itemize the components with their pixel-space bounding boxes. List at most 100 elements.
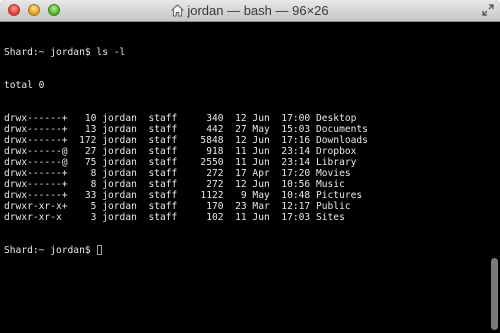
permissions: drwx------+ [4, 124, 68, 135]
file-name: Library [315, 157, 357, 168]
owner: jordan [102, 190, 143, 201]
modified-month: Jun [252, 135, 270, 146]
file-size: 272 [188, 179, 224, 190]
owner: jordan [102, 124, 143, 135]
listing-row: drwx------+ 8 jordan staff 272 12 Jun 10… [4, 179, 489, 190]
listing-row: drwx------+ 10 jordan staff 340 12 Jun 1… [4, 113, 489, 124]
permissions: drwx------@ [4, 146, 68, 157]
owner: jordan [102, 201, 143, 212]
modified-day: 27 [229, 124, 247, 135]
group: staff [148, 135, 184, 146]
permissions: drwx------+ [4, 113, 68, 124]
modified-month: Jun [252, 179, 270, 190]
file-size: 170 [188, 201, 224, 212]
listing-row: drwxr-xr-x+ 5 jordan staff 170 23 Mar 12… [4, 201, 489, 212]
listing-row: drwx------@ 27 jordan staff 918 11 Jun 2… [4, 146, 489, 157]
link-count: 172 [73, 135, 97, 146]
group: staff [148, 179, 184, 190]
modified-month: Apr [252, 168, 270, 179]
link-count: 8 [73, 179, 97, 190]
modified-month: Jun [252, 113, 270, 124]
modified-time: 23:14 [275, 157, 311, 168]
group: staff [148, 212, 184, 223]
modified-day: 12 [229, 135, 247, 146]
modified-month: May [252, 190, 270, 201]
modified-time: 17:03 [275, 212, 311, 223]
directory-listing: drwx------+ 10 jordan staff 340 12 Jun 1… [4, 113, 489, 223]
owner: jordan [102, 157, 143, 168]
modified-time: 17:16 [275, 135, 311, 146]
terminal-window: jordan — bash — 96×26 Shard:~ jordan$ ls… [0, 0, 500, 333]
owner: jordan [102, 146, 143, 157]
link-count: 27 [73, 146, 97, 157]
file-name: Pictures [315, 190, 363, 201]
terminal-output[interactable]: Shard:~ jordan$ ls -l total 0 drwx------… [0, 22, 489, 333]
modified-month: Mar [252, 201, 270, 212]
file-size: 272 [188, 168, 224, 179]
file-name: Documents [315, 124, 368, 135]
link-count: 8 [73, 168, 97, 179]
permissions: drwx------@ [4, 157, 68, 168]
file-name: Desktop [315, 113, 357, 124]
permissions: drwx------+ [4, 168, 68, 179]
modified-time: 10:56 [275, 179, 311, 190]
vertical-scrollbar[interactable] [489, 22, 500, 333]
owner: jordan [102, 168, 143, 179]
link-count: 33 [73, 190, 97, 201]
text-cursor [97, 245, 103, 255]
modified-month: Jun [252, 146, 270, 157]
permissions: drwxr-xr-x+ [4, 201, 68, 212]
total-line: total 0 [4, 80, 45, 91]
file-name: Downloads [315, 135, 368, 146]
file-size: 2550 [188, 157, 224, 168]
file-name: Public [315, 201, 351, 212]
modified-day: 11 [229, 157, 247, 168]
modified-day: 23 [229, 201, 247, 212]
modified-day: 9 [229, 190, 247, 201]
modified-day: 12 [229, 113, 247, 124]
group: staff [148, 190, 184, 201]
file-size: 102 [188, 212, 224, 223]
listing-row: drwx------+ 13 jordan staff 442 27 May 1… [4, 124, 489, 135]
link-count: 13 [73, 124, 97, 135]
group: staff [148, 157, 184, 168]
file-size: 5848 [188, 135, 224, 146]
group: staff [148, 146, 184, 157]
modified-time: 10:48 [275, 190, 311, 201]
modified-time: 12:17 [275, 201, 311, 212]
file-name: Music [315, 179, 345, 190]
modified-time: 17:00 [275, 113, 311, 124]
file-size: 1122 [188, 190, 224, 201]
modified-day: 17 [229, 168, 247, 179]
file-name: Sites [315, 212, 345, 223]
link-count: 10 [73, 113, 97, 124]
file-size: 442 [188, 124, 224, 135]
link-count: 5 [73, 201, 97, 212]
modified-day: 11 [229, 146, 247, 157]
owner: jordan [102, 135, 143, 146]
file-size: 918 [188, 146, 224, 157]
owner: jordan [102, 179, 143, 190]
permissions: drwx------+ [4, 190, 68, 201]
permissions: drwx------+ [4, 179, 68, 190]
prompt-text: Shard:~ jordan$ [4, 245, 97, 256]
modified-month: Jun [252, 212, 270, 223]
owner: jordan [102, 113, 143, 124]
file-name: Dropbox [315, 146, 357, 157]
group: staff [148, 113, 184, 124]
group: staff [148, 168, 184, 179]
modified-month: Jun [252, 157, 270, 168]
group: staff [148, 124, 184, 135]
link-count: 75 [73, 157, 97, 168]
group: staff [148, 201, 184, 212]
modified-time: 15:03 [275, 124, 311, 135]
title-bar[interactable]: jordan — bash — 96×26 [0, 0, 500, 22]
scrollbar-thumb[interactable] [491, 258, 498, 330]
command-line: Shard:~ jordan$ ls -l [4, 47, 126, 58]
modified-time: 23:14 [275, 146, 311, 157]
prompt-line: Shard:~ jordan$ [4, 245, 489, 256]
listing-row: drwxr-xr-x 3 jordan staff 102 11 Jun 17:… [4, 212, 489, 223]
owner: jordan [102, 212, 143, 223]
modified-time: 17:20 [275, 168, 311, 179]
fullscreen-icon[interactable] [482, 4, 494, 16]
